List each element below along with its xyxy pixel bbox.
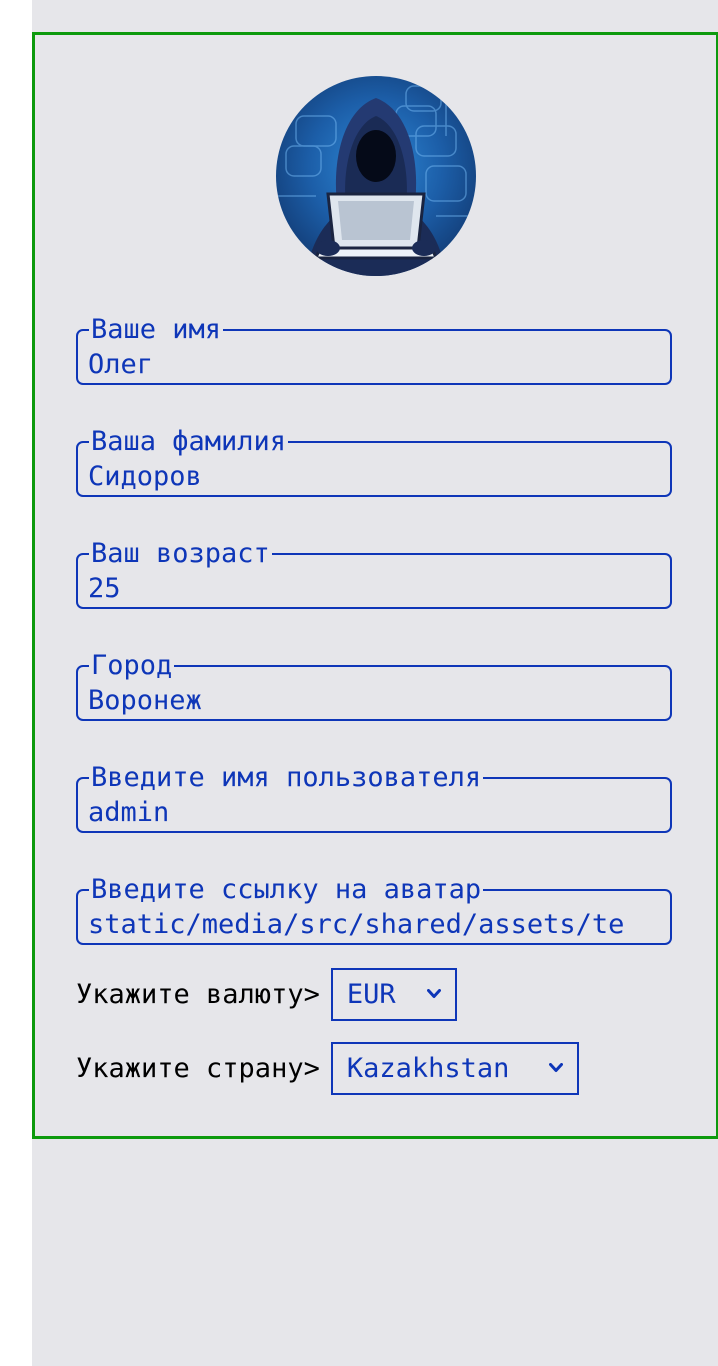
username-field[interactable]: Введите имя пользователя: [76, 764, 672, 833]
city-input[interactable]: [88, 685, 660, 717]
chevron-down-icon: [426, 988, 441, 998]
chevron-down-icon: [548, 1062, 563, 1072]
avatar-url-input[interactable]: [88, 909, 660, 941]
first-name-input[interactable]: [88, 349, 660, 381]
age-field[interactable]: Ваш возраст: [76, 540, 672, 609]
currency-selected-value: EUR: [346, 979, 396, 1010]
country-label: Укажите страну>: [76, 1053, 320, 1084]
avatar-url-label: Введите ссылку на аватар: [91, 874, 482, 905]
country-select[interactable]: Kazakhstan: [330, 1042, 579, 1095]
currency-label: Укажите валюту>: [76, 979, 320, 1010]
city-label: Город: [91, 650, 173, 681]
profile-card: Ваше имя Ваша фамилия Ваш возраст Город …: [32, 32, 718, 1139]
avatar-url-field[interactable]: Введите ссылку на аватар: [76, 876, 672, 945]
country-selected-value: Kazakhstan: [346, 1053, 510, 1084]
hooded-hacker-avatar-icon: [276, 85, 476, 276]
last-name-label: Ваша фамилия: [91, 426, 287, 457]
username-label: Введите имя пользователя: [91, 762, 482, 793]
first-name-field[interactable]: Ваше имя: [76, 316, 672, 385]
last-name-input[interactable]: [88, 461, 660, 493]
currency-select[interactable]: EUR: [330, 968, 457, 1021]
username-input[interactable]: [88, 797, 660, 829]
age-input[interactable]: [88, 573, 660, 605]
country-row: Укажите страну> Kazakhstan: [76, 1042, 579, 1095]
currency-row: Укажите валюту> EUR: [76, 968, 457, 1021]
age-label: Ваш возраст: [91, 538, 270, 569]
avatar: [276, 76, 476, 276]
city-field[interactable]: Город: [76, 652, 672, 721]
last-name-field[interactable]: Ваша фамилия: [76, 428, 672, 497]
first-name-label: Ваше имя: [91, 314, 222, 345]
